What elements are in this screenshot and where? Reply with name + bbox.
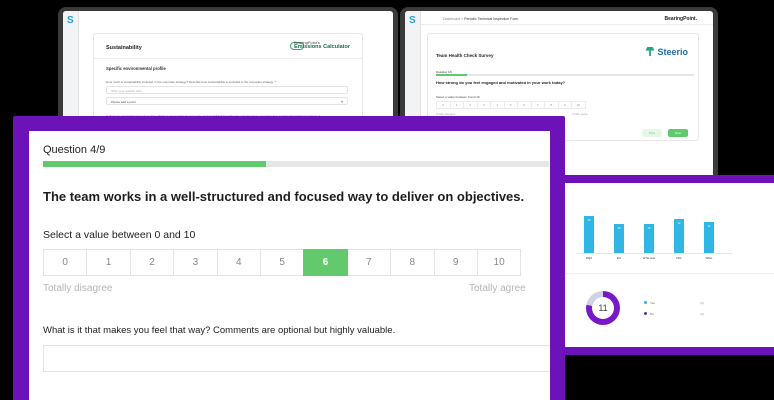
answer-input[interactable]: Write your answer here (106, 86, 348, 94)
scale-option-1[interactable]: 1 (449, 101, 464, 109)
scale-option-5[interactable]: 5 (259, 249, 305, 276)
steerio-logo-text: Steerio (657, 47, 688, 57)
scale-option-3[interactable]: 3 (173, 249, 218, 276)
bar-value-label: 10 (617, 226, 621, 231)
scale-option-0[interactable]: 0 (436, 101, 451, 109)
scale-option-9[interactable]: 9 (433, 249, 478, 276)
scale-option-6[interactable]: 6 (303, 249, 348, 276)
dashboard-card: 13 DQA 10 EC 10 ETH-test 12 ISG 11 Wiko 11 Yes (0)… (548, 175, 774, 355)
bar-value-label: 13 (587, 217, 591, 222)
divider (94, 58, 362, 59)
top-brand: BearingPoint. (664, 16, 697, 22)
scale-option-10[interactable]: 10 (571, 101, 586, 109)
scale-option-7[interactable]: 7 (346, 249, 392, 276)
comment-input[interactable] (43, 345, 550, 372)
bar-value-label: 10 (647, 226, 651, 231)
progress-bar (43, 161, 549, 167)
next-button[interactable]: Next (668, 129, 688, 137)
progress-fill (43, 161, 266, 167)
scale-option-0[interactable]: 0 (43, 249, 88, 276)
dashboard-panel: 13 DQA 10 EC 10 ETH-test 12 ISG 11 Wiko 11 Yes (0)… (556, 183, 774, 347)
calculator-logo: BearingPoint's Emissions Calculator (294, 40, 350, 50)
rating-scale: 0 1 2 3 4 5 6 7 8 9 10 (436, 101, 586, 109)
question-counter: Question 4/9 (43, 144, 106, 156)
divider (421, 24, 713, 25)
chevron-down-icon: ▾ (340, 99, 343, 104)
legend-dot-icon (644, 301, 647, 304)
donut-value: 11 (598, 303, 608, 313)
bar-category-label: Wiko (705, 256, 713, 260)
bar-value-label: 11 (707, 223, 711, 228)
scale-option-4[interactable]: 4 (216, 249, 261, 276)
steerio-logo-icon (645, 47, 655, 56)
chart-axis (576, 253, 732, 254)
legend-value: (0) (700, 301, 704, 305)
low-label: Totally disagree (43, 283, 113, 294)
progress-fill (436, 74, 467, 76)
scale-option-2[interactable]: 2 (463, 101, 478, 109)
breadcrumb-current: Periodic Technical Inspection Form (464, 17, 519, 21)
steerio-logo: Steerio (645, 47, 688, 57)
breadcrumb-root[interactable]: Dashboard (443, 17, 460, 21)
bar-value-label: 12 (677, 220, 681, 225)
legend-value: (0) (700, 312, 704, 316)
legend-item: No (0) (644, 312, 704, 316)
select-label: Select a value between 0 and 10 (43, 229, 196, 241)
question-statement: The team works in a well-structured and … (43, 189, 525, 204)
section-title: Sustainability (106, 45, 142, 51)
point-select-value: Please add a point (111, 100, 136, 104)
legend-item: Yes (0) (644, 301, 704, 305)
scale-option-5[interactable]: 5 (503, 101, 518, 109)
high-label: Totally agree (469, 283, 526, 294)
subsection-title: Specific environmental profile (106, 66, 166, 71)
bar-category-label: ETH-test (643, 256, 655, 260)
breadcrumb: Dashboard > Periodic Technical Inspectio… (443, 17, 518, 21)
legend-label: Yes (650, 301, 655, 305)
survey-frame: Question 4/9 The team works in a well-st… (13, 116, 565, 400)
legend-dot-icon (644, 312, 647, 315)
scale-option-10[interactable]: 10 (476, 249, 522, 276)
survey-title: Team Health Check Survey (436, 53, 494, 58)
breadcrumb-separator: > (461, 17, 464, 21)
calculator-product: Emissions Calculator (294, 44, 350, 50)
question-text: How strong do you feel engaged and motiv… (436, 80, 566, 85)
scale-option-8[interactable]: 8 (544, 101, 559, 109)
scale-option-1[interactable]: 1 (86, 249, 131, 276)
survey-panel: Question 4/9 The team works in a well-st… (29, 131, 550, 400)
scale-option-8[interactable]: 8 (390, 249, 435, 276)
scale-option-7[interactable]: 7 (530, 101, 545, 109)
bar-chart: 13 DQA 10 EC 10 ETH-test 12 ISG 11 Wiko (580, 213, 730, 260)
scale-option-3[interactable]: 3 (476, 101, 491, 109)
divider (556, 273, 774, 274)
point-select[interactable]: Please add a point ▾ (106, 97, 348, 105)
scale-option-9[interactable]: 9 (557, 101, 572, 109)
brand-logo-icon[interactable]: S (409, 16, 418, 26)
brand-logo-icon[interactable]: S (67, 16, 76, 26)
select-label: Select a value between 0 and 10 (436, 95, 480, 99)
scale-option-6[interactable]: 6 (517, 101, 532, 109)
comment-question: What is it that makes you feel that way?… (43, 325, 396, 336)
scale-option-4[interactable]: 4 (490, 101, 505, 109)
high-label: Totally agree (572, 112, 588, 116)
rating-scale: 0 1 2 3 4 5 6 7 8 9 10 (43, 249, 522, 276)
bar-category-label: DQA (585, 256, 593, 260)
scale-option-2[interactable]: 2 (129, 249, 175, 276)
bar-category-label: EC (616, 256, 622, 260)
legend-label: No (650, 312, 654, 316)
marketing-collage: S Sustainability BearingPoint's Emission… (0, 0, 774, 400)
prev-button[interactable]: Prev (642, 129, 662, 137)
progress-bar (436, 74, 694, 76)
question-label: How much is sustainability included in t… (106, 80, 276, 84)
bar-category-label: ISG (676, 256, 682, 260)
